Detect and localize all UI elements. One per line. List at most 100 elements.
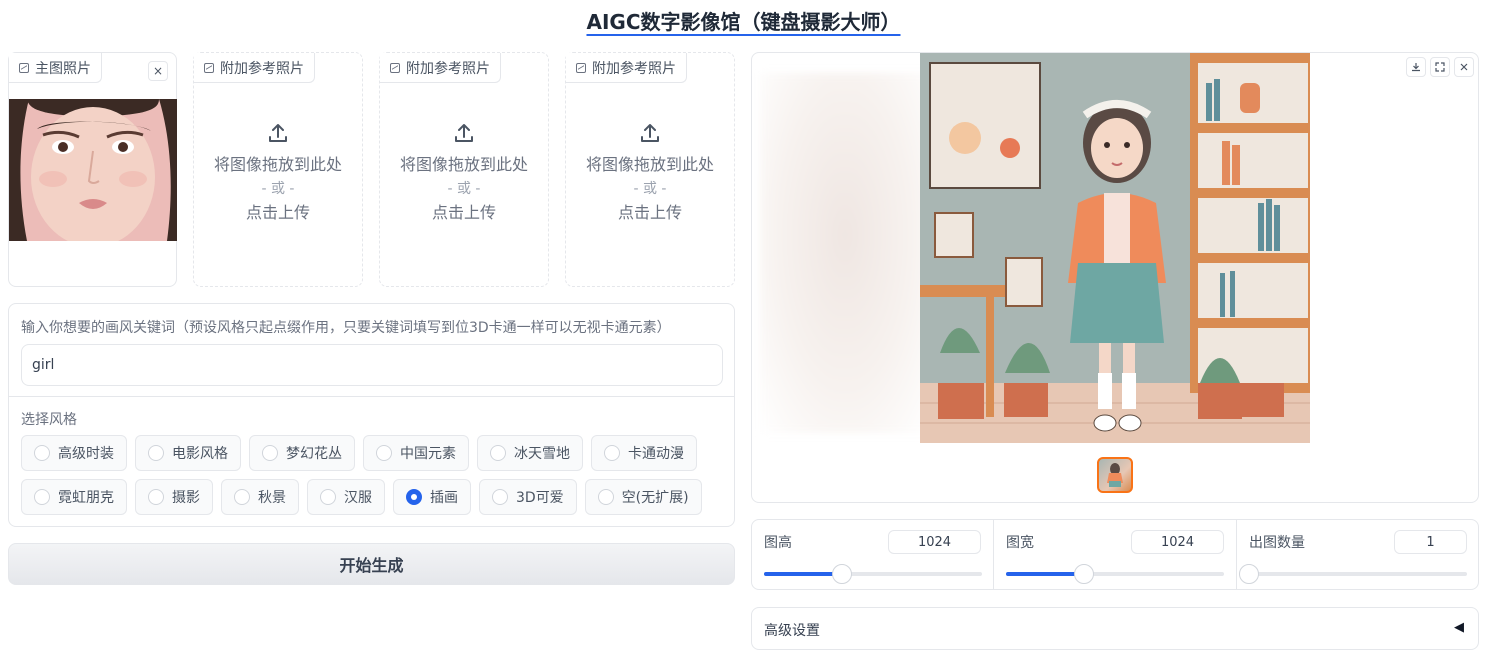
style-option-label: 冰天雪地 [514, 446, 570, 462]
height-slider[interactable] [764, 564, 982, 584]
width-number-input[interactable]: 1024 [1131, 530, 1224, 554]
radio-dot [34, 489, 50, 505]
slider-thumb[interactable] [832, 564, 853, 584]
or-text: - 或 - [261, 181, 295, 197]
radio-dot [234, 489, 250, 505]
click-upload-text[interactable]: 点击上传 [380, 201, 548, 225]
width-label: 图宽 [1006, 535, 1034, 551]
output-image[interactable] [920, 53, 1310, 443]
style-option[interactable]: 高级时装 [21, 435, 127, 471]
style-option[interactable]: 电影风格 [135, 435, 241, 471]
fullscreen-icon[interactable] [1430, 57, 1450, 77]
style-option[interactable]: 霓虹朋克 [21, 479, 127, 515]
style-option-label: 卡通动漫 [628, 446, 684, 462]
output-gallery-panel [751, 52, 1479, 503]
slider-fill [1006, 572, 1085, 576]
radio-dot-checked [406, 489, 422, 505]
style-radio-row-2: 霓虹朋克 摄影 秋景 汉服 插画 3D可爱 空(无扩展) [21, 479, 702, 515]
count-number-input[interactable]: 1 [1394, 530, 1467, 554]
style-option-selected[interactable]: 插画 [393, 479, 471, 515]
page-title[interactable]: AIGC数字影像馆（键盘摄影大师） [586, 10, 900, 34]
style-option-label: 3D可爱 [516, 490, 564, 506]
divider [9, 396, 734, 397]
style-option-label: 霓虹朋克 [58, 490, 114, 506]
advanced-settings-accordion[interactable]: 高级设置 ◀ [751, 607, 1479, 650]
upload-icon [455, 124, 473, 142]
radio-dot [604, 445, 620, 461]
reference-photo-tag: 附加参考照片 [566, 53, 687, 83]
radio-dot [148, 445, 164, 461]
radio-dot [320, 489, 336, 505]
drop-text: 将图像拖放到此处 [399, 155, 528, 174]
style-option-label: 秋景 [258, 490, 286, 506]
size-sliders-panel: 图高 1024 图宽 1024 出图数量 1 [751, 519, 1479, 590]
main-photo-tag: 主图照片 [9, 53, 102, 83]
blurred-backdrop [760, 73, 930, 433]
style-option[interactable]: 梦幻花丛 [249, 435, 355, 471]
count-slider[interactable] [1239, 564, 1467, 584]
image-icon [576, 62, 586, 73]
radio-dot [597, 489, 614, 505]
reference-photo-label: 附加参考照片 [220, 60, 304, 77]
reference-photo-dropzone-3[interactable]: 附加参考照片 将图像拖放到此处 - 或 - 点击上传 [565, 52, 735, 287]
slider-thumb[interactable] [1074, 564, 1095, 584]
gallery-thumbnail[interactable] [1097, 457, 1133, 493]
count-label: 出图数量 [1249, 535, 1305, 551]
close-icon[interactable] [1454, 57, 1474, 77]
page-title-wrap: AIGC数字影像馆（键盘摄影大师） [0, 6, 1487, 35]
reference-photo-tag: 附加参考照片 [380, 53, 501, 83]
height-slider-group: 图高 1024 [752, 520, 994, 590]
reference-photo-label: 附加参考照片 [592, 60, 676, 77]
reference-photo-dropzone-1[interactable]: 附加参考照片 将图像拖放到此处 - 或 - 点击上传 [193, 52, 363, 287]
style-option-label: 插画 [430, 490, 458, 506]
main-photo-image [9, 99, 177, 241]
drop-text: 将图像拖放到此处 [585, 155, 714, 174]
height-number-input[interactable]: 1024 [888, 530, 981, 554]
style-option-label: 电影风格 [172, 446, 228, 462]
style-option[interactable]: 卡通动漫 [591, 435, 697, 471]
download-icon[interactable] [1406, 57, 1426, 77]
style-option[interactable]: 中国元素 [363, 435, 469, 471]
image-icon [390, 62, 400, 73]
height-label: 图高 [764, 535, 792, 551]
style-option[interactable]: 冰天雪地 [477, 435, 583, 471]
reference-photo-label: 附加参考照片 [406, 60, 490, 77]
width-slider[interactable] [1006, 564, 1224, 584]
main-photo-panel[interactable]: 主图照片 × [8, 52, 177, 287]
radio-dot [148, 489, 164, 505]
collapse-toggle-icon[interactable]: ◀ [1454, 620, 1464, 635]
click-upload-text[interactable]: 点击上传 [566, 201, 734, 225]
style-label: 选择风格 [21, 412, 77, 428]
or-text: - 或 - [633, 181, 667, 197]
settings-panel: 输入你想要的画风关键词（预设风格只起点缀作用，只要关键词填写到位3D卡通一样可以… [8, 303, 735, 527]
upload-prompt[interactable]: 将图像拖放到此处 - 或 - 点击上传 [380, 121, 548, 225]
style-option-label: 中国元素 [400, 446, 456, 462]
width-slider-group: 图宽 1024 [994, 520, 1237, 590]
style-option[interactable]: 3D可爱 [479, 479, 577, 515]
clear-main-photo-button[interactable]: × [148, 61, 168, 81]
style-option[interactable]: 空(无扩展) [584, 479, 702, 515]
generate-button[interactable]: 开始生成 [8, 543, 735, 585]
style-option[interactable]: 秋景 [221, 479, 299, 515]
radio-dot [492, 489, 508, 505]
upload-icon [641, 124, 659, 142]
upload-icon [269, 124, 287, 142]
upload-prompt[interactable]: 将图像拖放到此处 - 或 - 点击上传 [566, 121, 734, 225]
style-option-label: 汉服 [344, 490, 372, 506]
slider-thumb[interactable] [1239, 564, 1259, 584]
image-icon [204, 62, 214, 73]
reference-photo-dropzone-2[interactable]: 附加参考照片 将图像拖放到此处 - 或 - 点击上传 [379, 52, 549, 287]
radio-dot [262, 445, 278, 461]
style-option-label: 摄影 [172, 490, 200, 506]
upload-prompt[interactable]: 将图像拖放到此处 - 或 - 点击上传 [194, 121, 362, 225]
or-text: - 或 - [447, 181, 481, 197]
main-photo-label: 主图照片 [35, 60, 91, 77]
style-radio-row-1: 高级时装 电影风格 梦幻花丛 中国元素 冰天雪地 卡通动漫 [21, 435, 697, 471]
radio-dot [490, 445, 506, 461]
style-option[interactable]: 汉服 [307, 479, 385, 515]
style-option[interactable]: 摄影 [135, 479, 213, 515]
prompt-input[interactable] [21, 344, 723, 386]
style-option-label: 梦幻花丛 [286, 446, 342, 462]
click-upload-text[interactable]: 点击上传 [194, 201, 362, 225]
prompt-label: 输入你想要的画风关键词（预设风格只起点缀作用，只要关键词填写到位3D卡通一样可以… [21, 320, 671, 336]
